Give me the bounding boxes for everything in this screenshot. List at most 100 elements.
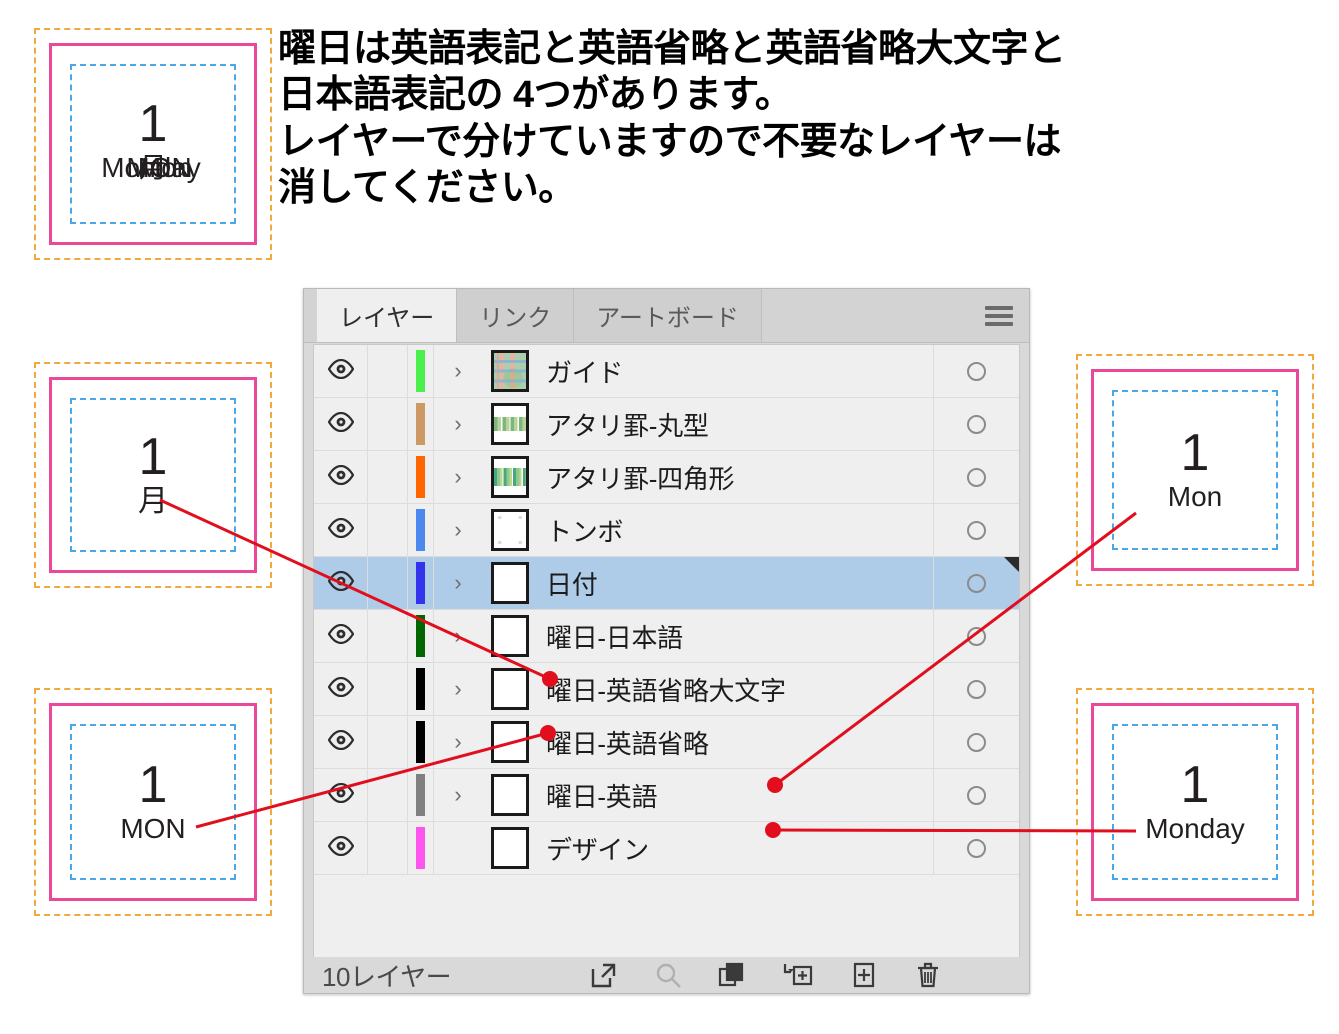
layer-target-indicator[interactable] <box>933 822 1019 874</box>
layer-row[interactable]: › トンボ <box>314 504 1019 557</box>
layer-lock-toggle[interactable] <box>368 557 408 609</box>
layer-expand-toggle[interactable]: › <box>434 345 482 397</box>
calendar-tile-all-variants: 1 Monday Mon MON 月 <box>34 28 272 260</box>
layer-visibility-toggle[interactable] <box>314 451 368 503</box>
create-sublayer-icon[interactable] <box>781 960 815 990</box>
layer-expand-toggle[interactable]: › <box>434 663 482 715</box>
layer-expand-toggle[interactable]: › <box>434 610 482 662</box>
layer-row[interactable]: › アタリ罫-四角形 <box>314 451 1019 504</box>
layer-lock-toggle[interactable] <box>368 716 408 768</box>
tile-border: 1 Monday <box>1091 703 1299 901</box>
layer-row[interactable]: › 曜日-英語省略 <box>314 716 1019 769</box>
layer-expand-toggle[interactable]: › <box>434 557 482 609</box>
tab-layers-label: レイヤー <box>339 305 435 332</box>
tile-label: 月 <box>138 484 168 518</box>
layer-row[interactable]: › アタリ罫-丸型 <box>314 398 1019 451</box>
layer-target-indicator[interactable] <box>933 663 1019 715</box>
layer-name[interactable]: 曜日-英語省略 <box>538 716 933 768</box>
layer-row[interactable]: › 日付 <box>314 557 1019 610</box>
layer-target-indicator[interactable] <box>933 716 1019 768</box>
layer-name[interactable]: アタリ罫-丸型 <box>538 398 933 450</box>
layer-name[interactable]: 曜日-英語 <box>538 769 933 821</box>
layer-lock-toggle[interactable] <box>368 451 408 503</box>
duplicate-layer-icon[interactable] <box>717 960 747 990</box>
screenshot-canvas: 曜日は英語表記と英語省略と英語省略大文字と 日本語表記の 4つがあります。 レイ… <box>0 0 1339 1034</box>
layer-name[interactable]: トンボ <box>538 504 933 556</box>
layer-lock-toggle[interactable] <box>368 504 408 556</box>
layer-visibility-toggle[interactable] <box>314 769 368 821</box>
chevron-right-icon: › <box>454 411 462 436</box>
layer-name[interactable]: 曜日-英語省略大文字 <box>538 663 933 715</box>
layer-expand-toggle[interactable]: › <box>434 451 482 503</box>
layer-target-indicator[interactable] <box>933 610 1019 662</box>
layer-row[interactable]: › 曜日-日本語 <box>314 610 1019 663</box>
layer-target-indicator[interactable] <box>933 504 1019 556</box>
target-circle-icon <box>967 838 986 858</box>
new-layer-icon[interactable] <box>849 960 879 990</box>
target-circle-icon <box>967 679 986 699</box>
tile-date-number: 1 <box>138 756 168 815</box>
eye-icon <box>327 411 354 437</box>
layer-expand-toggle[interactable]: › <box>434 769 482 821</box>
hamburger-menu-icon[interactable] <box>985 305 1013 326</box>
calendar-tile-japanese: 1 月 <box>34 362 272 588</box>
layer-color-swatch <box>408 610 434 662</box>
layer-lock-toggle[interactable] <box>368 663 408 715</box>
layer-row[interactable]: › 曜日-英語省略大文字 <box>314 663 1019 716</box>
tile-date-number: 1 <box>138 95 168 154</box>
layer-target-indicator[interactable] <box>933 398 1019 450</box>
layer-lock-toggle[interactable] <box>368 769 408 821</box>
layer-expand-toggle[interactable]: › <box>434 504 482 556</box>
layer-visibility-toggle[interactable] <box>314 663 368 715</box>
layer-target-indicator[interactable] <box>933 451 1019 503</box>
layer-color-swatch <box>408 398 434 450</box>
layer-visibility-toggle[interactable] <box>314 398 368 450</box>
layer-expand-toggle[interactable]: › <box>434 716 482 768</box>
layer-visibility-toggle[interactable] <box>314 822 368 874</box>
tab-links[interactable]: リンク <box>457 289 575 342</box>
layer-name[interactable]: デザイン <box>538 822 933 874</box>
layer-row[interactable]: デザイン <box>314 822 1019 875</box>
layer-row[interactable]: › ガイド <box>314 345 1019 398</box>
tab-artboards[interactable]: アートボード <box>574 289 762 342</box>
delete-layer-icon[interactable] <box>913 960 943 990</box>
target-circle-icon <box>967 573 986 593</box>
layer-target-indicator[interactable] <box>933 345 1019 397</box>
layer-name-label: ガイド <box>546 357 624 388</box>
layer-lock-toggle[interactable] <box>368 398 408 450</box>
layer-visibility-toggle[interactable] <box>314 557 368 609</box>
selected-art-marker <box>1004 557 1019 572</box>
release-to-layers-icon[interactable] <box>589 960 619 990</box>
layer-lock-toggle[interactable] <box>368 822 408 874</box>
layer-expand-toggle[interactable]: › <box>434 398 482 450</box>
layer-color-swatch <box>408 345 434 397</box>
layer-count-label: 10レイヤー <box>322 961 452 992</box>
layer-thumbnail <box>482 345 538 397</box>
calendar-tile-full-english: 1 Monday <box>1076 688 1314 916</box>
layer-visibility-toggle[interactable] <box>314 716 368 768</box>
eye-icon <box>327 517 354 543</box>
layer-name[interactable]: ガイド <box>538 345 933 397</box>
layer-visibility-toggle[interactable] <box>314 345 368 397</box>
chevron-right-icon: › <box>454 570 462 595</box>
chevron-right-icon: › <box>454 729 462 754</box>
layer-thumbnail <box>482 398 538 450</box>
layer-color-swatch <box>408 769 434 821</box>
layer-row[interactable]: › 曜日-英語 <box>314 769 1019 822</box>
layer-name[interactable]: アタリ罫-四角形 <box>538 451 933 503</box>
calendar-tile-upper-abbrev: 1 MON <box>34 688 272 916</box>
tile-date-number: 1 <box>138 428 168 487</box>
layer-visibility-toggle[interactable] <box>314 504 368 556</box>
layer-name-label: デザイン <box>546 834 649 865</box>
footer-icon-group <box>589 960 1011 990</box>
layer-lock-toggle[interactable] <box>368 345 408 397</box>
layer-visibility-toggle[interactable] <box>314 610 368 662</box>
tab-layers[interactable]: レイヤー <box>317 289 458 342</box>
locate-object-icon[interactable] <box>653 960 683 990</box>
layer-name[interactable]: 日付 <box>538 557 933 609</box>
layer-target-indicator[interactable] <box>933 769 1019 821</box>
layer-lock-toggle[interactable] <box>368 610 408 662</box>
eye-icon <box>327 676 354 702</box>
layer-color-swatch <box>408 663 434 715</box>
layer-name[interactable]: 曜日-日本語 <box>538 610 933 662</box>
